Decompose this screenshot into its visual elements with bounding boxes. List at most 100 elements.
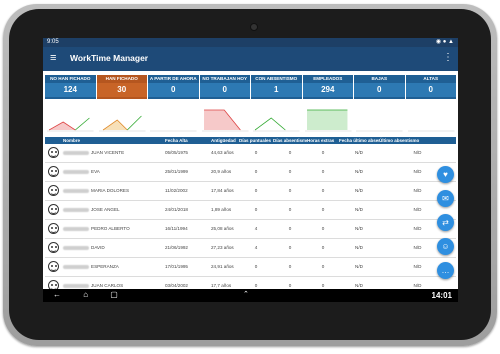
fecha-ultimo-absentismo: N/D	[355, 226, 363, 231]
sparkline-altas	[407, 130, 454, 132]
avatar-icon	[48, 261, 59, 272]
fecha-ultimo-absentismo: N/D	[355, 150, 363, 155]
horas-extras: 0	[321, 226, 325, 231]
employee-name: EVA	[91, 169, 100, 174]
share-fab-icon[interactable]: ⇄	[437, 214, 454, 231]
tile-value: 124	[45, 83, 96, 97]
tile-no-han-fichado[interactable]: NO HAN FICHADO 124	[45, 75, 96, 99]
favorite-fab-icon[interactable]: ♥	[437, 166, 454, 183]
antiguedad: 44,63 años	[211, 150, 234, 155]
app-screen: 9:05 ◉ ● ▲ ≡ WorkTime Manager ⋮ NO HAN F…	[43, 38, 458, 302]
tile-label: HAN FICHADO	[105, 76, 138, 81]
header-antiguedad[interactable]: Antigüedad	[211, 137, 239, 144]
status-time: 9:05	[47, 39, 59, 45]
sparkline-strip	[45, 100, 456, 136]
nav-clock: 14:01	[431, 291, 452, 300]
table-row[interactable]: MARIA DOLORES 11/02/2002 17,84 años 0 0 …	[45, 182, 456, 201]
tile-con-absentismo[interactable]: CON ABSENTISMO 1	[251, 75, 302, 99]
fecha-alta: 11/02/2002	[165, 188, 188, 193]
email-fab-icon[interactable]: ✉	[437, 190, 454, 207]
sparkline-no-trabajan	[201, 109, 248, 132]
more-fab-icon[interactable]: …	[437, 262, 454, 279]
blurred-surname	[63, 245, 89, 250]
employee-name: JUAN VICENTE	[91, 150, 125, 155]
tile-label: CON ABSENTISMO	[255, 76, 298, 81]
tile-label: EMPLEADOS	[313, 76, 343, 81]
dias-puntuales: 4	[254, 226, 258, 231]
header-ultimo-absentismo[interactable]: Último absentismo	[379, 137, 456, 144]
tile-altas[interactable]: ALTAS 0	[405, 75, 456, 99]
tile-label: ALTAS	[423, 76, 439, 81]
blurred-surname	[63, 264, 89, 269]
overflow-menu-icon[interactable]: ⋮	[443, 52, 453, 63]
table-row[interactable]: DAVID 21/06/1992 27,23 años 4 0 0 N/D N/…	[45, 239, 456, 258]
app-title: WorkTime Manager	[70, 53, 149, 63]
avatar-icon	[48, 147, 59, 158]
nav-buttons-icon[interactable]: ← ⌂ ▢	[53, 290, 128, 299]
header-nombre[interactable]: Nombre	[45, 137, 165, 144]
sparkline-han-fichado	[98, 115, 145, 132]
ultimo-absentismo: N/D	[413, 150, 422, 155]
tile-label: A PARTIR DE AHORA	[149, 76, 197, 81]
header-fecha-ultimo-absentismo[interactable]: Fecha último absentismo	[339, 137, 379, 144]
dias-puntuales: 0	[254, 264, 258, 269]
blurred-surname	[63, 226, 89, 231]
table-row[interactable]: EVA 25/01/1999 20,9 años 0 0 0 N/D N/D	[45, 163, 456, 182]
contact-fab-icon[interactable]: ☺	[437, 238, 454, 255]
dias-absentismo: 0	[288, 264, 292, 269]
hamburger-menu-icon[interactable]: ≡	[50, 52, 56, 64]
antiguedad: 27,23 años	[211, 245, 234, 250]
fecha-alta: 17/01/1995	[165, 264, 188, 269]
horas-extras: 0	[321, 207, 325, 212]
tile-han-fichado[interactable]: HAN FICHADO 30	[96, 75, 147, 99]
fecha-alta: 16/11/1994	[165, 226, 188, 231]
blurred-surname	[63, 188, 89, 193]
header-dias-puntuales[interactable]: Días puntuales	[239, 137, 273, 144]
chevron-up-icon[interactable]: ⌃	[243, 290, 249, 298]
employee-name: PEDRO ALBERTO	[91, 226, 130, 231]
fecha-alta: 24/01/2018	[165, 207, 188, 212]
sparkline-empleados	[304, 109, 351, 132]
dias-puntuales: 0	[254, 207, 258, 212]
table-header: Nombre Fecha Alta Antigüedad Días puntua…	[45, 137, 456, 144]
tile-value: 30	[96, 83, 147, 97]
table-row[interactable]: PEDRO ALBERTO 16/11/1994 25,08 años 4 0 …	[45, 220, 456, 239]
summary-tiles: NO HAN FICHADO 124 HAN FICHADO 30 A PARTIR…	[45, 75, 456, 99]
blurred-surname	[63, 150, 89, 155]
tile-a-partir-de-ahora[interactable]: A PARTIR DE AHORA 0	[148, 75, 199, 99]
header-horas-extras[interactable]: Horas extras	[307, 137, 339, 144]
dias-puntuales: 0	[254, 188, 258, 193]
avatar-icon	[48, 166, 59, 177]
antiguedad: 24,91 años	[211, 264, 234, 269]
sparkline-bajas	[356, 130, 403, 132]
table-row[interactable]: JOSE ANGEL 24/01/2018 1,89 años 0 0 0 N/…	[45, 201, 456, 220]
antiguedad: 17,84 años	[211, 188, 234, 193]
employee-name: MARIA DOLORES	[91, 188, 130, 193]
blurred-surname	[63, 283, 89, 288]
status-icons: ◉ ● ▲	[435, 39, 454, 45]
tile-empleados[interactable]: EMPLEADOS 294	[302, 75, 353, 99]
fecha-ultimo-absentismo: N/D	[355, 169, 363, 174]
employee-name: ESPERANZA	[91, 264, 119, 269]
employee-name: DAVID	[91, 245, 105, 250]
table-row[interactable]: ESPERANZA 17/01/1995 24,91 años 0 0 0 N/…	[45, 258, 456, 277]
dias-absentismo: 0	[288, 150, 292, 155]
dias-puntuales: 0	[254, 169, 258, 174]
antiguedad: 20,9 años	[211, 169, 232, 174]
front-camera	[250, 23, 258, 31]
header-dias-absentismo[interactable]: Días absentismo	[273, 137, 307, 144]
blurred-surname	[63, 169, 89, 174]
dias-absentismo: 0	[288, 245, 292, 250]
tile-bajas[interactable]: BAJAS 0	[354, 75, 405, 99]
sparkline-no-han-fichado	[47, 117, 94, 132]
dias-absentismo: 0	[288, 226, 292, 231]
employee-table: Nombre Fecha Alta Antigüedad Días puntua…	[45, 137, 456, 296]
android-nav-bar: ← ⌂ ▢ ⌃ 14:01	[43, 289, 458, 302]
antiguedad: 1,89 años	[211, 207, 232, 212]
header-fecha-alta[interactable]: Fecha Alta	[165, 137, 211, 144]
horas-extras: 0	[321, 245, 325, 250]
table-row[interactable]: JUAN VICENTE 05/05/1975 44,63 años 0 0 0…	[45, 144, 456, 163]
fecha-alta: 25/01/1999	[165, 169, 188, 174]
fecha-alta: 05/05/1975	[165, 150, 188, 155]
tile-no-trabajan-hoy[interactable]: NO TRABAJAN HOY 0	[199, 75, 250, 99]
